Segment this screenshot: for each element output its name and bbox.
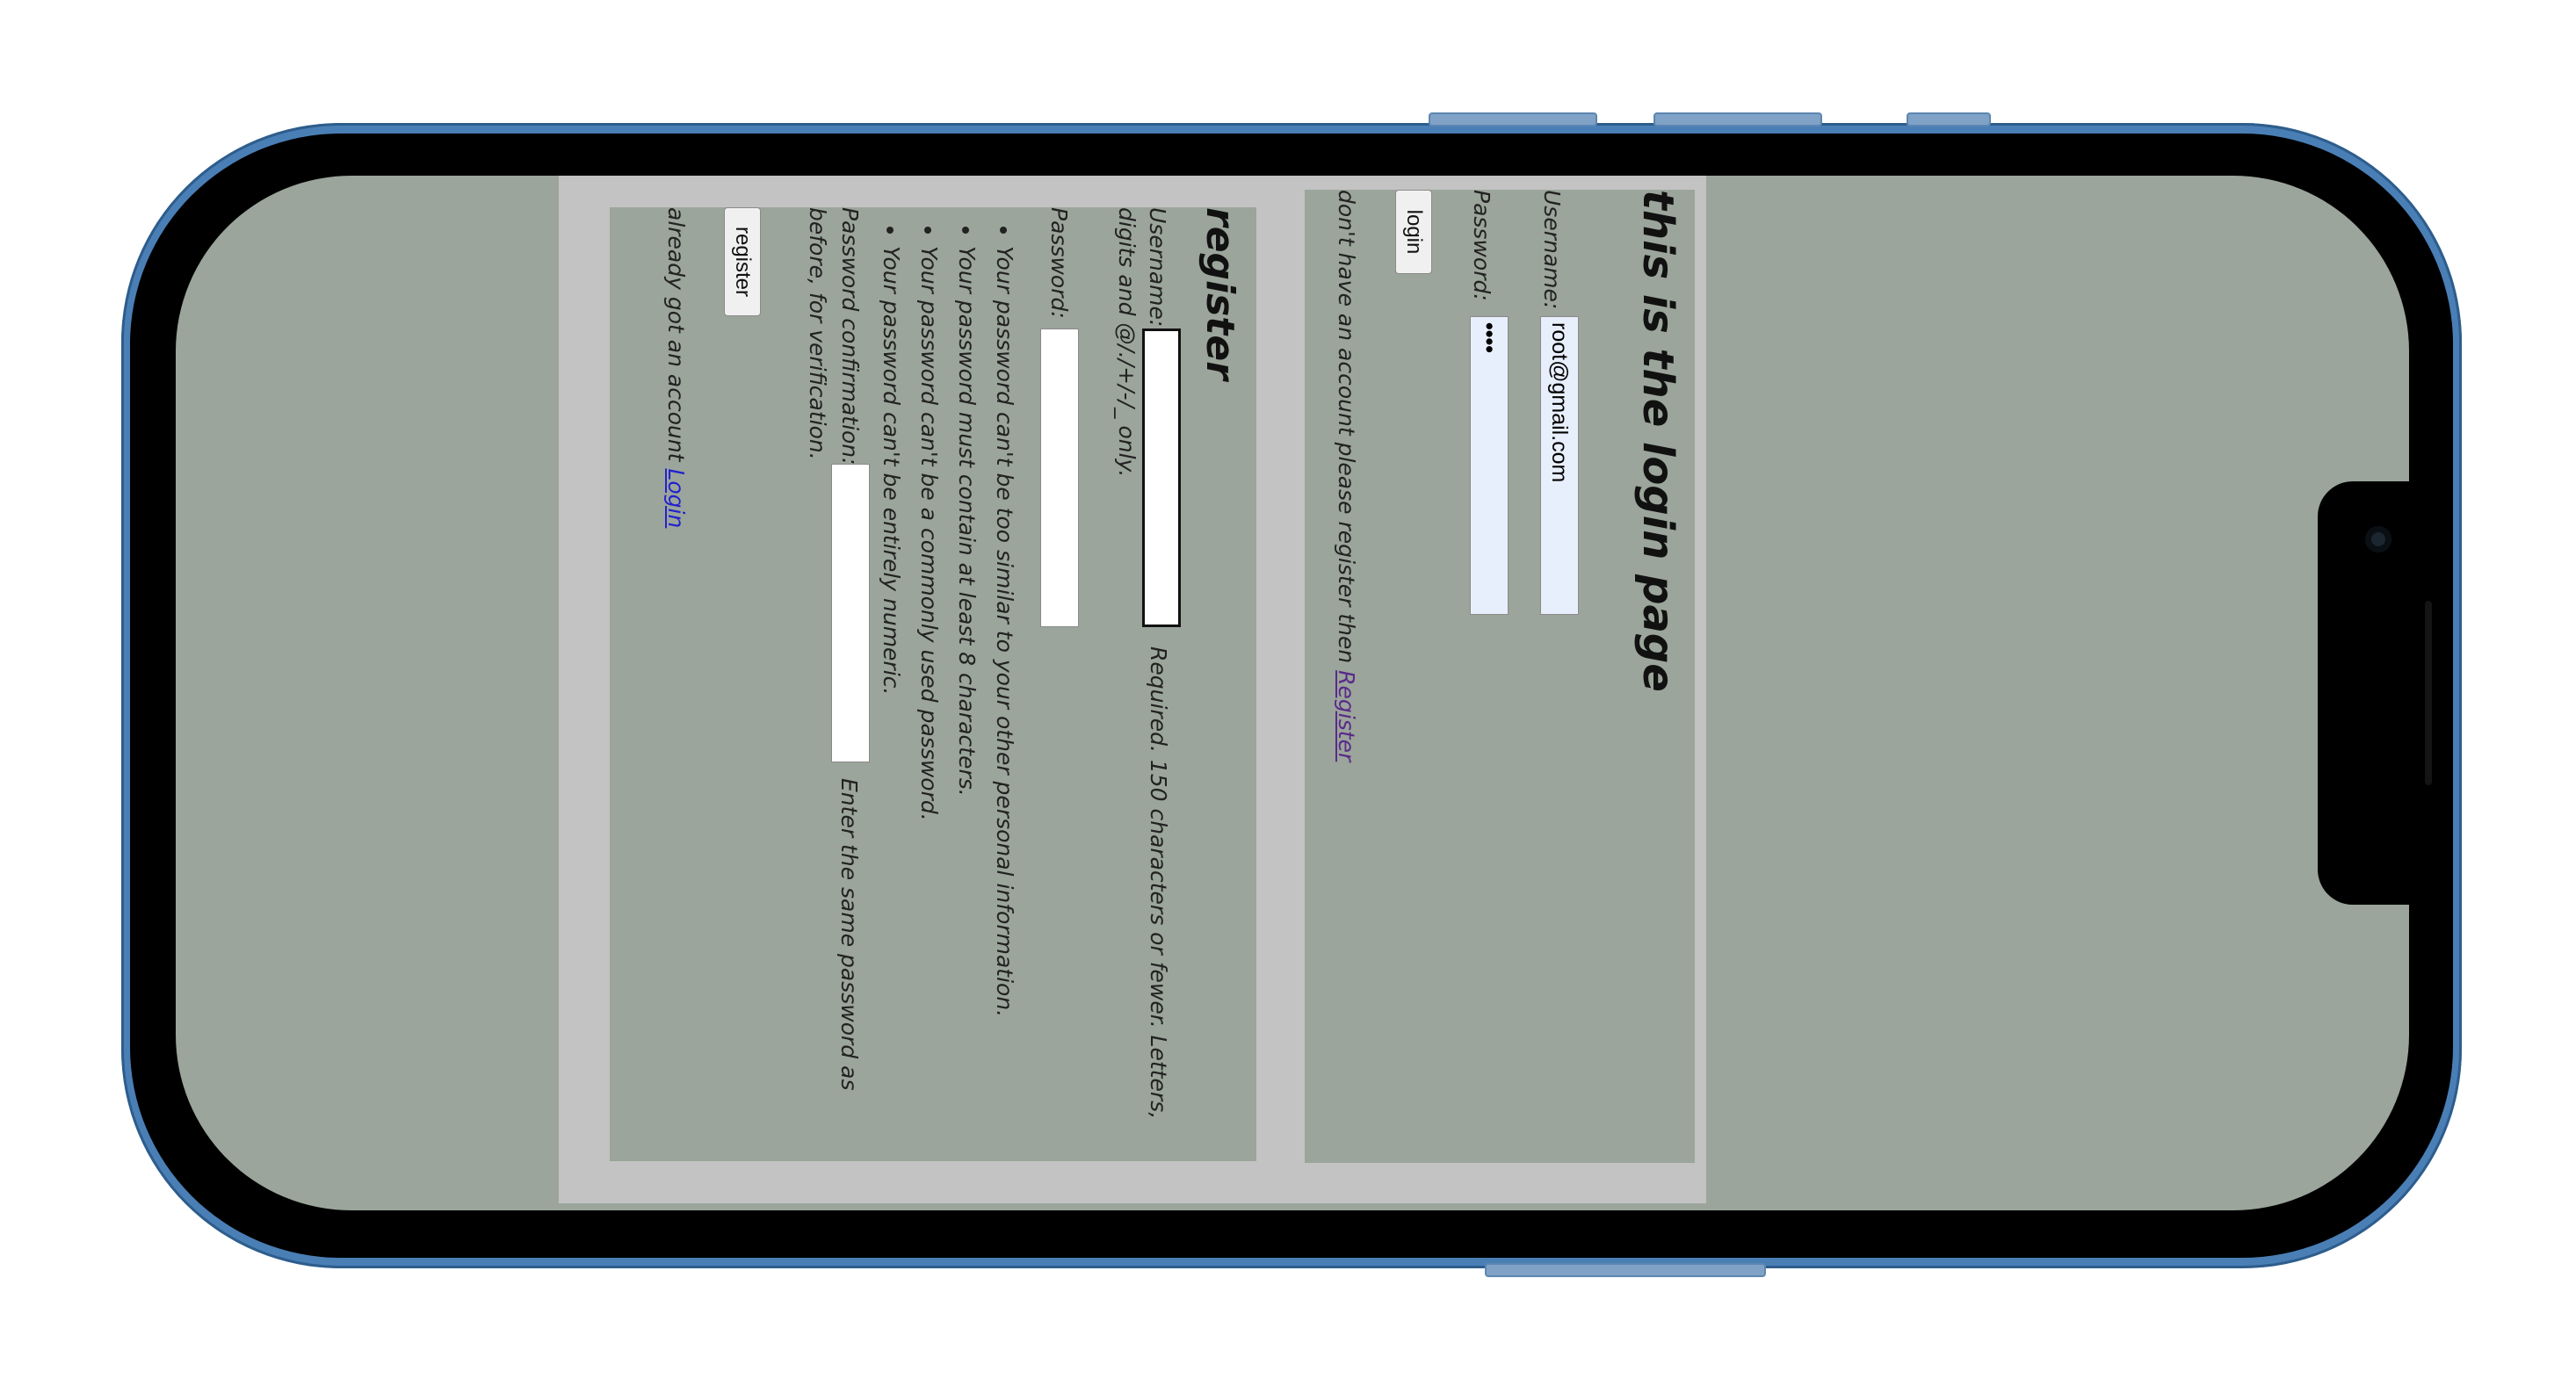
password-rule-item: Your password can't be a commonly used p…	[910, 246, 948, 1017]
login-username-input[interactable]	[1540, 316, 1579, 615]
register-panel: register Username: Required. 150 charact…	[610, 207, 1256, 1161]
login-password-label: Password:	[1469, 190, 1494, 301]
have-account-text: already got an account Login	[663, 207, 689, 528]
no-account-text: don't have an account please register th…	[1334, 190, 1359, 762]
power-button	[1485, 1263, 1766, 1277]
confirm-help-text: Enter the same password as before, for v…	[805, 207, 862, 1091]
login-username-label: Username:	[1539, 190, 1565, 310]
register-password-input[interactable]	[1040, 329, 1079, 627]
login-panel: this is the login page Username: Passwor…	[1305, 190, 1695, 1163]
volume-up-button	[1429, 112, 1597, 126]
login-link[interactable]: Login	[663, 468, 689, 528]
phone-speaker-slot	[2425, 601, 2432, 785]
register-password-label: Password:	[1046, 207, 1072, 319]
front-camera-icon	[2365, 526, 2391, 552]
login-password-input[interactable]	[1470, 316, 1509, 615]
login-title: this is the login page	[1633, 190, 1682, 692]
volume-down-button	[1653, 112, 1822, 126]
password-rule-item: Your password must contain at least 8 ch…	[948, 246, 986, 1017]
password-rule-item: Your password can't be entirely numeric.	[872, 246, 910, 1017]
have-account-label: already got an account	[663, 207, 689, 469]
web-content: this is the login page Username: Passwor…	[559, 176, 1706, 1203]
username-help-text: Required. 150 characters or fewer. Lette…	[1114, 207, 1171, 1120]
login-button[interactable]: login	[1395, 190, 1432, 274]
password-rules-list: Your password can't be too similar to yo…	[872, 211, 1024, 1017]
register-button[interactable]: register	[724, 207, 761, 316]
no-account-label: don't have an account please register th…	[1334, 190, 1359, 671]
mute-switch	[1907, 112, 1991, 126]
password-rule-item: Your password can't be too similar to yo…	[986, 246, 1024, 1017]
register-link[interactable]: Register	[1334, 670, 1359, 762]
register-title: register	[1198, 207, 1242, 380]
